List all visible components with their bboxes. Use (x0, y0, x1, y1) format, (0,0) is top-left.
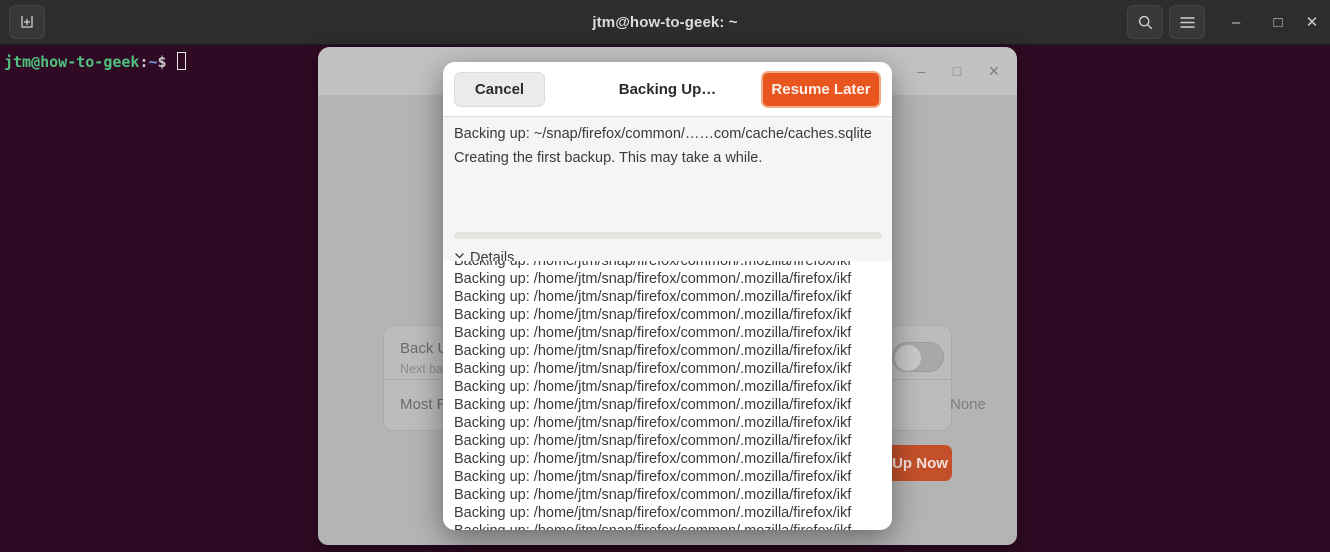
log-line: Backing up: /home/jtm/snap/firefox/commo… (454, 343, 852, 359)
maximize-icon: □ (1273, 13, 1283, 31)
minimize-icon: – (917, 63, 925, 79)
current-file-status: Backing up: ~/snap/firefox/common/……com/… (454, 126, 872, 142)
log-line: Backing up: /home/jtm/snap/firefox/commo… (454, 522, 892, 530)
log-line: Backing up: /home/jtm/snap/firefox/commo… (454, 415, 852, 431)
details-log-lines: Backing up: /home/jtm/snap/firefox/commo… (454, 261, 892, 530)
log-line: Backing up: /home/jtm/snap/firefox/commo… (454, 289, 852, 305)
hamburger-glyph (1179, 16, 1195, 28)
log-line: Backing up: /home/jtm/snap/firefox/commo… (454, 361, 852, 377)
log-line: Backing up: /home/jtm/snap/firefox/commo… (454, 469, 852, 485)
log-line: Backing up: /home/jtm/snap/firefox/commo… (454, 397, 852, 413)
screen: jtm@how-to-geek: ~ – □ ✕ jtm@how-to-geek… (0, 0, 1330, 552)
minimize-button[interactable]: – (1218, 5, 1254, 39)
log-line: Backing up: /home/jtm/snap/firefox/commo… (454, 433, 852, 449)
resume-later-label: Resume Later (771, 81, 871, 98)
prompt-user-host: jtm@how-to-geek (4, 53, 140, 71)
prompt-path: ~ (148, 53, 158, 71)
log-line: Backing up: /home/jtm/snap/firefox/commo… (454, 379, 852, 395)
close-button[interactable]: ✕ (1298, 5, 1326, 39)
hamburger-menu-icon[interactable] (1169, 5, 1205, 39)
backup-hint-text: Creating the first backup. This may take… (454, 150, 763, 166)
backup-automatically-toggle[interactable] (892, 342, 944, 372)
close-icon: ✕ (1305, 13, 1319, 31)
search-icon[interactable] (1127, 5, 1163, 39)
log-line: Backing up: /home/jtm/snap/firefox/commo… (454, 261, 852, 269)
maximize-icon: □ (952, 63, 962, 79)
toggle-knob (895, 345, 921, 371)
prompt-dollar: $ (157, 53, 167, 71)
dialog-header: Cancel Backing Up… Resume Later (443, 62, 892, 117)
details-log-panel[interactable]: Backing up: /home/jtm/snap/firefox/commo… (443, 261, 892, 530)
maximize-button[interactable]: □ (1260, 5, 1296, 39)
log-line: Backing up: /home/jtm/snap/firefox/commo… (454, 271, 852, 287)
progress-bar (454, 232, 882, 239)
backup-window-minimize-button[interactable]: – (906, 57, 936, 85)
log-line: Backing up: /home/jtm/snap/firefox/commo… (454, 307, 852, 323)
minimize-icon: – (1231, 13, 1241, 31)
most-recent-backup-value: None (950, 396, 986, 413)
backing-up-dialog: Cancel Backing Up… Resume Later Backing … (443, 62, 892, 530)
search-glyph (1138, 15, 1152, 29)
log-line: Backing up: /home/jtm/snap/firefox/commo… (454, 487, 852, 503)
dialog-body: Backing up: ~/snap/firefox/common/……com/… (443, 117, 892, 530)
prompt-colon: : (139, 53, 149, 71)
terminal-titlebar: jtm@how-to-geek: ~ – □ ✕ (0, 0, 1330, 45)
backup-window-maximize-button[interactable]: □ (942, 57, 972, 85)
log-line: Backing up: /home/jtm/snap/firefox/commo… (454, 325, 852, 341)
log-line: Backing up: /home/jtm/snap/firefox/commo… (454, 505, 852, 521)
close-icon: ✕ (988, 62, 1000, 79)
backup-window-close-button[interactable]: ✕ (979, 57, 1009, 85)
log-line: Backing up: /home/jtm/snap/firefox/commo… (454, 451, 852, 467)
resume-later-button[interactable]: Resume Later (761, 71, 881, 108)
terminal-cursor (176, 52, 186, 70)
